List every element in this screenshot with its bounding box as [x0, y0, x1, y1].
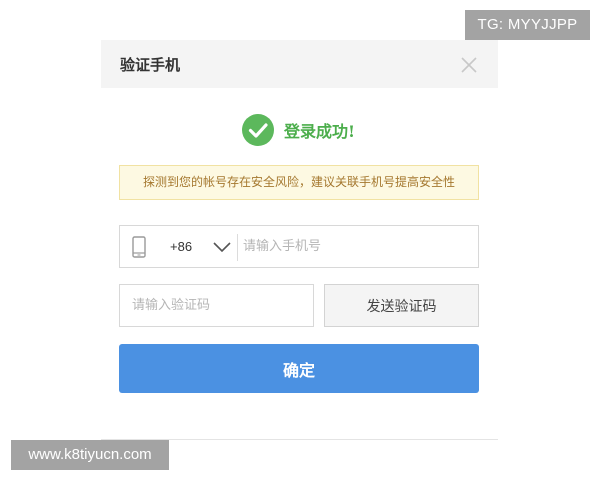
mobile-phone-icon: [132, 236, 146, 258]
phone-field: +86: [119, 225, 479, 268]
check-circle-icon: [242, 114, 274, 146]
close-icon[interactable]: [460, 56, 478, 74]
verification-code-input[interactable]: [119, 284, 314, 327]
login-success-message: 登录成功!: [242, 114, 355, 146]
success-text: 登录成功!: [284, 122, 356, 141]
country-code[interactable]: +86: [170, 226, 192, 267]
confirm-button[interactable]: 确定: [119, 344, 479, 393]
field-divider: [237, 234, 238, 261]
watermark-tg: TG: MYYJJPP: [465, 10, 590, 40]
security-notice: 探测到您的帐号存在安全风险，建议关联手机号提高安全性: [119, 165, 479, 200]
send-code-button[interactable]: 发送验证码: [324, 284, 479, 327]
chevron-down-icon[interactable]: [212, 240, 232, 254]
phone-input[interactable]: [243, 227, 473, 266]
watermark-url: www.k8tiyucn.com: [11, 440, 169, 470]
dialog-title: 验证手机: [120, 56, 181, 74]
dialog-header: 验证手机: [101, 40, 498, 88]
verify-phone-dialog: 验证手机 登录成功! 探测到您的帐号存在安全风险，建议关联手机号提高安全性 +8…: [101, 40, 498, 440]
